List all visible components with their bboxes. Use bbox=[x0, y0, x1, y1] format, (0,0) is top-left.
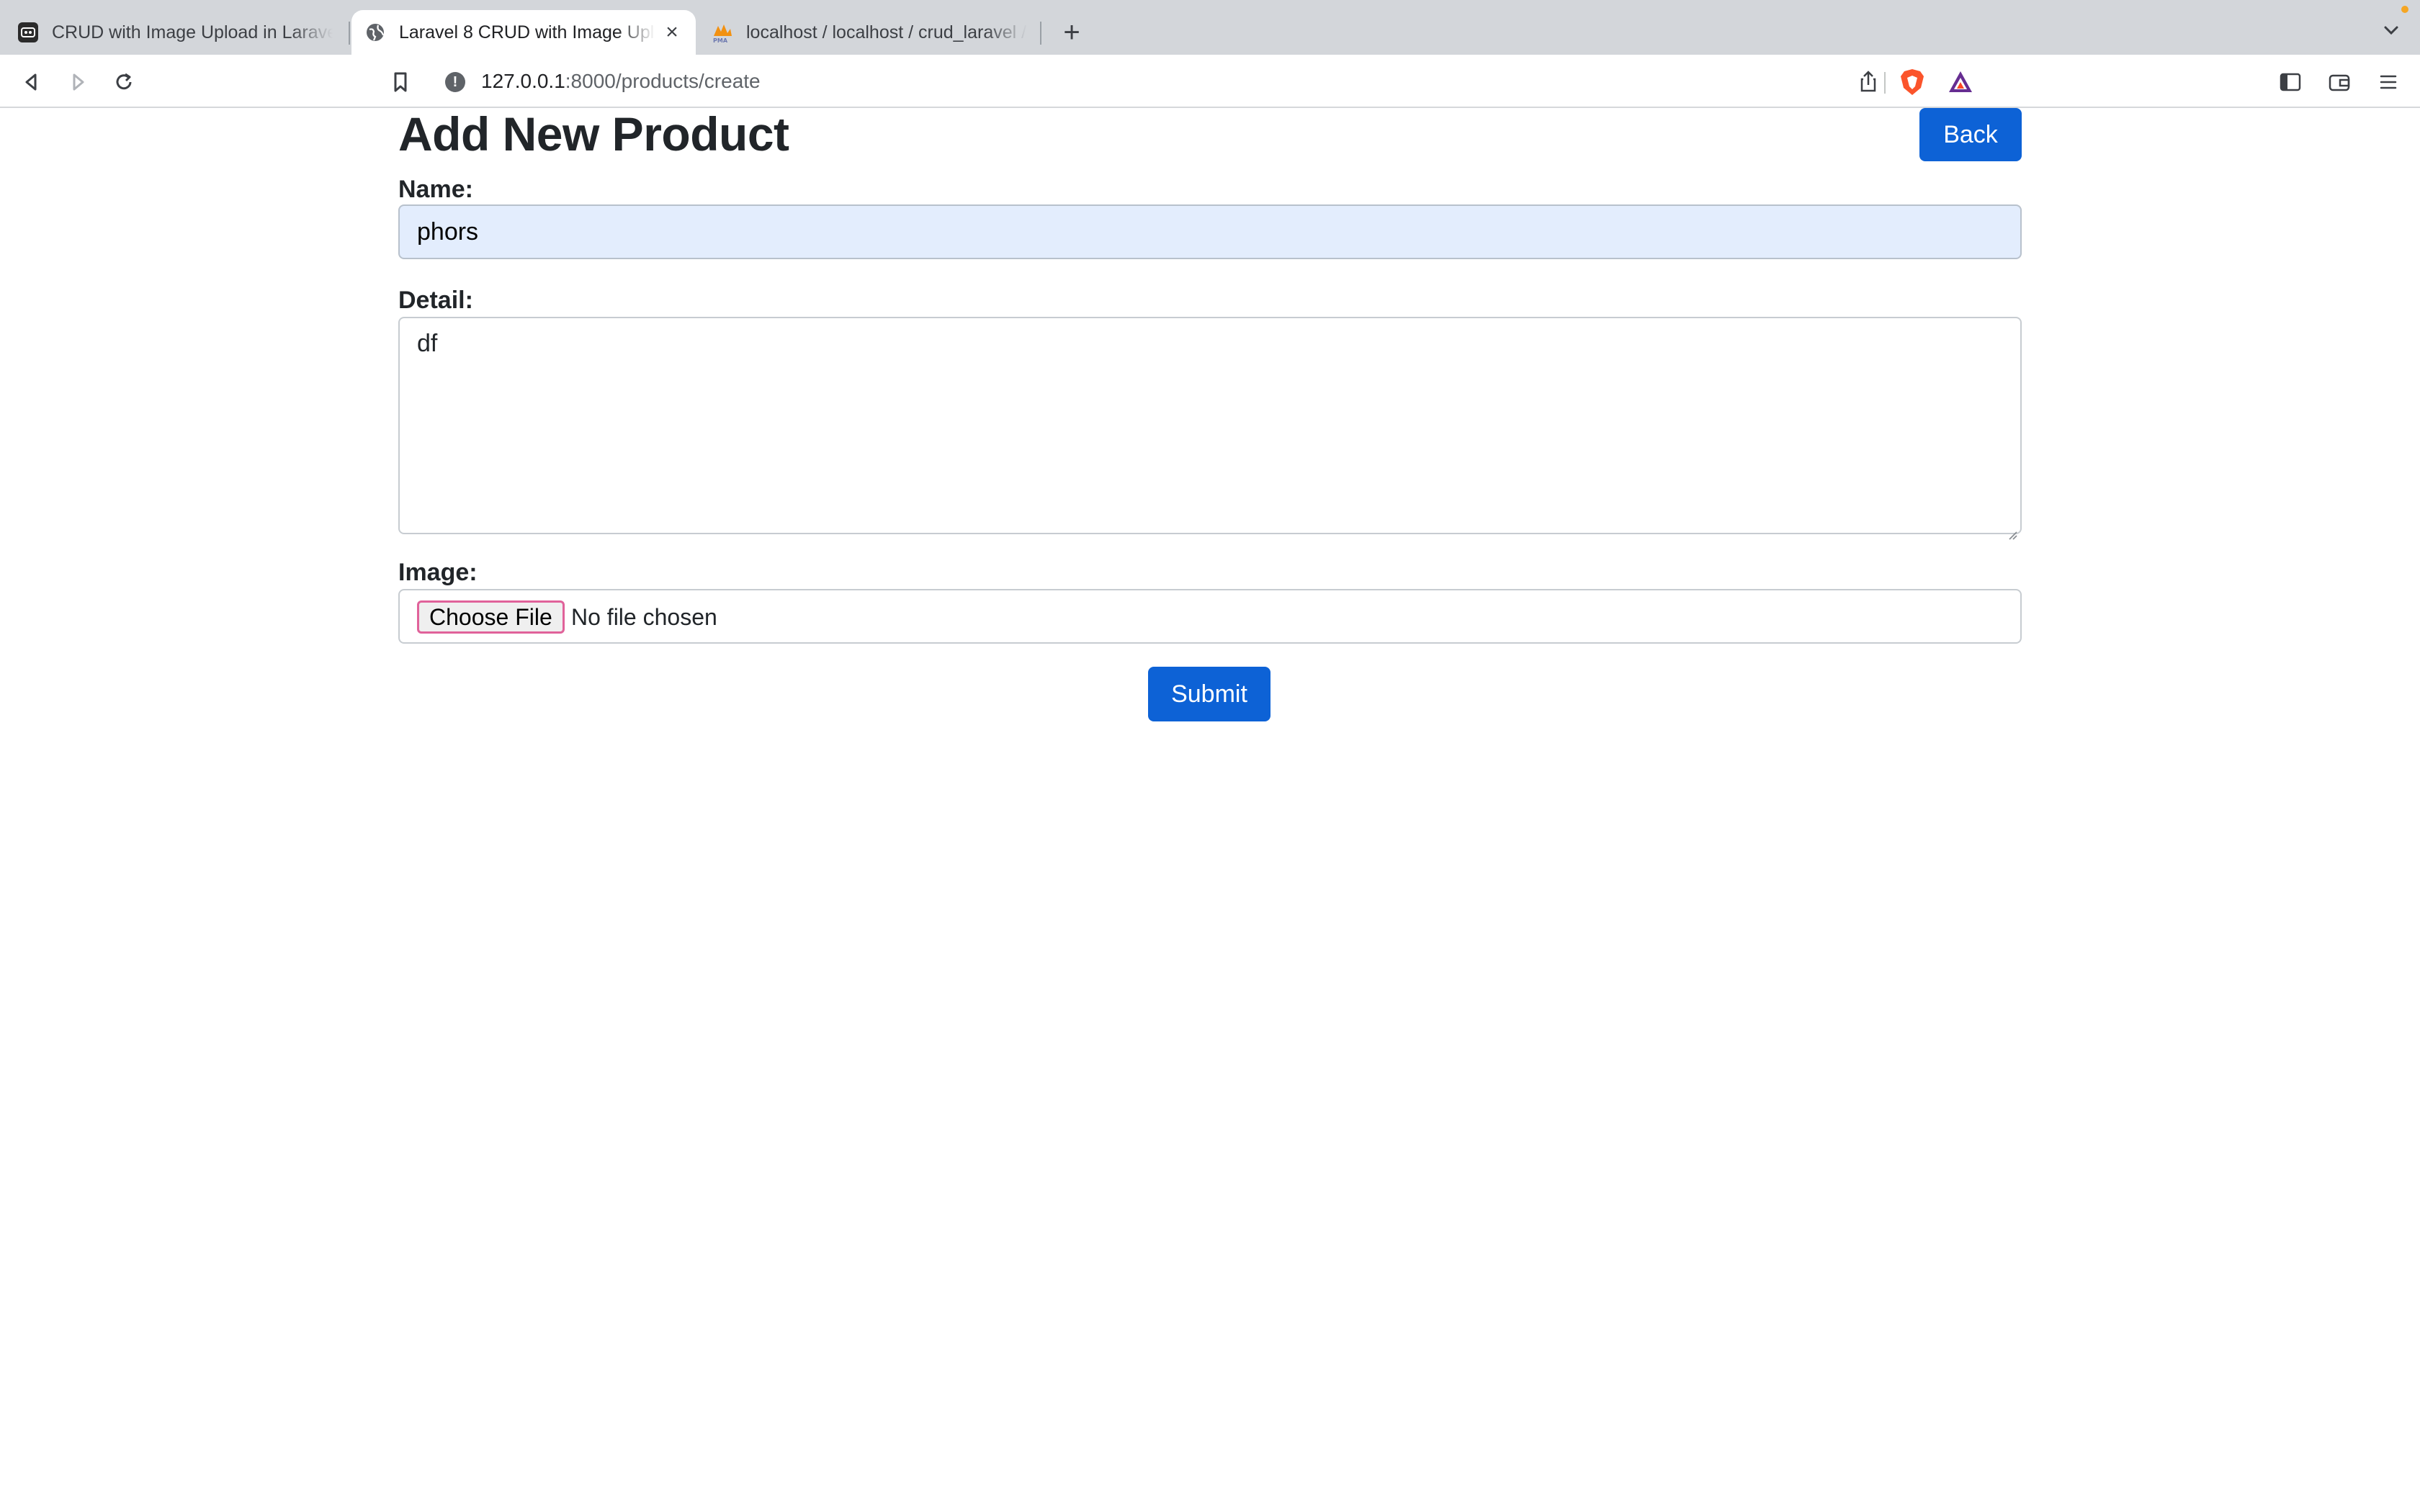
tab-crud-image-upload[interactable]: CRUD with Image Upload in Laravel bbox=[4, 10, 346, 55]
page-title: Add New Product bbox=[398, 107, 789, 161]
tab-title: CRUD with Image Upload in Laravel bbox=[52, 22, 333, 42]
brave-rewards-icon[interactable] bbox=[1946, 68, 1975, 96]
detail-text: df bbox=[417, 330, 438, 357]
tab-phpmyadmin[interactable]: PMA localhost / localhost / crud_laravel… bbox=[699, 10, 1040, 55]
detail-textarea[interactable]: df bbox=[398, 317, 2022, 540]
tab-title: Laravel 8 CRUD with Image Upload bbox=[399, 22, 655, 42]
forward-icon[interactable] bbox=[63, 68, 92, 96]
name-label: Name: bbox=[398, 176, 473, 203]
back-icon[interactable] bbox=[17, 68, 46, 96]
tab-separator bbox=[1040, 22, 1041, 45]
tab-strip: CRUD with Image Upload in Laravel Larave… bbox=[0, 0, 2420, 55]
name-input[interactable]: phors bbox=[398, 204, 2022, 259]
globe-icon bbox=[364, 22, 386, 43]
back-button[interactable]: Back bbox=[1919, 108, 2022, 161]
menu-icon[interactable] bbox=[2374, 68, 2403, 96]
image-label: Image: bbox=[398, 559, 478, 586]
close-tab-icon[interactable]: × bbox=[661, 20, 683, 45]
submit-button[interactable]: Submit bbox=[1148, 667, 1270, 721]
url-text[interactable]: 127.0.0.1:8000/products/create bbox=[481, 70, 761, 93]
browser-toolbar: ! 127.0.0.1:8000/products/create bbox=[0, 55, 2420, 108]
choose-file-button[interactable]: Choose File bbox=[417, 600, 565, 634]
brave-shields-icon[interactable] bbox=[1899, 68, 1926, 96]
image-file-input[interactable]: Choose File No file chosen bbox=[398, 589, 2022, 644]
bookmark-icon[interactable] bbox=[386, 68, 415, 96]
tab-laravel-8-crud[interactable]: Laravel 8 CRUD with Image Upload × bbox=[351, 10, 696, 55]
tab-title: localhost / localhost / crud_laravel / p… bbox=[746, 22, 1027, 42]
url-path: :8000/products/create bbox=[565, 70, 761, 92]
new-tab-button[interactable]: + bbox=[1057, 14, 1086, 50]
svg-text:PMA: PMA bbox=[713, 37, 728, 43]
phpmyadmin-favicon: PMA bbox=[712, 22, 733, 43]
file-status-text: No file chosen bbox=[571, 604, 717, 630]
laravel-favicon bbox=[17, 22, 39, 43]
share-icon[interactable] bbox=[1855, 69, 1881, 95]
update-indicator-dot bbox=[2401, 6, 2408, 13]
tab-list-chevron-icon[interactable] bbox=[2377, 16, 2406, 45]
tab-separator bbox=[349, 22, 350, 45]
detail-label: Detail: bbox=[398, 287, 473, 314]
page-viewport: Add New Product Back Name: phors Detail:… bbox=[0, 108, 2420, 1512]
reload-icon[interactable] bbox=[109, 68, 138, 96]
omnibox-divider bbox=[1884, 72, 1886, 94]
resize-handle-icon[interactable] bbox=[2006, 518, 2017, 540]
url-host: 127.0.0.1 bbox=[481, 70, 565, 92]
wallet-icon[interactable] bbox=[2325, 68, 2354, 96]
address-bar[interactable]: ! 127.0.0.1:8000/products/create bbox=[432, 60, 1988, 102]
info-icon[interactable]: ! bbox=[445, 72, 465, 92]
sidebar-icon[interactable] bbox=[2276, 68, 2305, 96]
